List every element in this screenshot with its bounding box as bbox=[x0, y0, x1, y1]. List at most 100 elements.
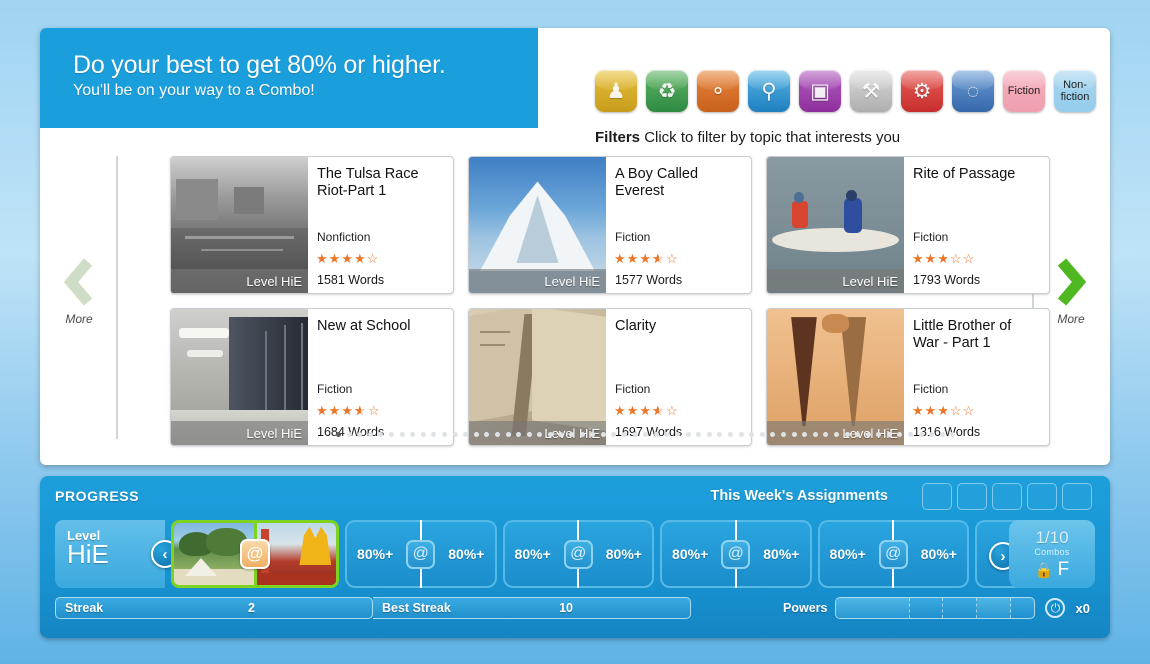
pagination-dot[interactable] bbox=[505, 432, 511, 437]
pagination-dot[interactable] bbox=[643, 432, 649, 437]
pagination-dot[interactable] bbox=[791, 432, 797, 437]
pagination-dot[interactable] bbox=[675, 432, 680, 437]
book-card-body: The Tulsa Race Riot-Part 1 Nonfiction ★★★★… bbox=[308, 157, 453, 293]
book-card[interactable]: Level HiE The Tulsa Race Riot-Part 1 Nonfi… bbox=[170, 156, 454, 294]
assignment-box[interactable] bbox=[1027, 483, 1057, 510]
people-icon[interactable]: ♟ bbox=[595, 70, 637, 112]
pagination-dot[interactable] bbox=[463, 432, 469, 437]
pagination-dot[interactable] bbox=[706, 432, 712, 437]
nonfiction-filter[interactable]: Non- fiction bbox=[1054, 70, 1096, 112]
assignment-box[interactable] bbox=[1062, 483, 1092, 510]
magnifier-science-icon[interactable]: ⚲ bbox=[748, 70, 790, 112]
people-icon-glyph: ♟ bbox=[606, 79, 626, 103]
pagination-dot[interactable] bbox=[367, 432, 373, 437]
pagination-dot[interactable] bbox=[664, 432, 670, 437]
pagination-dot[interactable] bbox=[484, 432, 490, 437]
pagination-dot[interactable] bbox=[547, 432, 553, 437]
assignment-box[interactable] bbox=[957, 483, 987, 510]
pagination-dot[interactable] bbox=[770, 432, 776, 437]
assignment-target-right: 80%+ bbox=[763, 546, 800, 562]
pagination-dot[interactable] bbox=[727, 432, 733, 437]
pagination-dot[interactable] bbox=[346, 432, 352, 437]
pagination-dot[interactable] bbox=[336, 432, 341, 437]
pagination-dot[interactable] bbox=[452, 432, 458, 437]
pagination-dot[interactable] bbox=[388, 432, 394, 437]
book-level-tag: Level HiE bbox=[171, 269, 308, 293]
pagination-dot[interactable] bbox=[431, 432, 437, 437]
book-word-count: 1581 Words bbox=[317, 273, 385, 287]
pagination-dot[interactable] bbox=[357, 432, 363, 437]
tools-icon[interactable]: ⚒ bbox=[850, 70, 892, 112]
assignment-box[interactable] bbox=[922, 483, 952, 510]
pagination-dot[interactable] bbox=[494, 432, 500, 437]
pagination-dot[interactable] bbox=[738, 432, 744, 437]
pagination-dot[interactable] bbox=[802, 432, 808, 437]
pagination-dot[interactable] bbox=[600, 432, 606, 437]
book-genre: Fiction bbox=[615, 382, 651, 396]
assignment-slot[interactable]: 80%+ @80%+ bbox=[502, 520, 654, 588]
book-card[interactable]: Level HiENew at SchoolFiction★★★☆★☆1684 … bbox=[170, 308, 454, 446]
pagination-dot[interactable] bbox=[558, 432, 564, 437]
nonfiction-filter-label: Non- fiction bbox=[1060, 79, 1090, 103]
pagination-dot[interactable] bbox=[897, 432, 903, 437]
pagination-dot[interactable] bbox=[833, 432, 839, 437]
pagination-dot[interactable] bbox=[579, 432, 585, 437]
assignment-slot[interactable]: 80%+ @80%+ bbox=[817, 520, 969, 588]
book-title: The Tulsa Race Riot-Part 1 bbox=[317, 166, 419, 199]
power-button-icon[interactable]: ⏻ bbox=[1045, 598, 1066, 618]
pagination-dot[interactable] bbox=[653, 432, 659, 437]
assignment-slot-locked[interactable]: › 1/10 Combos 🔒 F bbox=[975, 520, 1095, 588]
pagination-dot[interactable] bbox=[516, 432, 522, 437]
pagination-dot[interactable] bbox=[918, 432, 924, 437]
pagination-dot[interactable] bbox=[855, 432, 861, 437]
pagination-dot[interactable] bbox=[908, 432, 914, 437]
pagination-dot[interactable] bbox=[590, 432, 596, 437]
pagination-dot[interactable] bbox=[929, 432, 935, 437]
animal-icon[interactable]: ⚬ bbox=[697, 70, 739, 112]
book-card[interactable]: Level HiE A Boy Called Everest Fiction ★★★☆… bbox=[468, 156, 752, 294]
camera-arts-icon[interactable]: ▣ bbox=[799, 70, 841, 112]
completed-book-pair[interactable]: @ bbox=[171, 520, 339, 588]
pagination-dot[interactable] bbox=[622, 432, 628, 437]
book-cover-image: Level HiE bbox=[767, 309, 904, 445]
pagination-dot[interactable] bbox=[812, 432, 818, 437]
book-card[interactable]: Level HiE Little Brother of War - Part 1 F… bbox=[766, 308, 1050, 446]
pagination-dot[interactable] bbox=[569, 432, 575, 437]
assignment-slot[interactable]: 80%+ @80%+ bbox=[660, 520, 812, 588]
pagination-dot[interactable] bbox=[420, 432, 426, 437]
carousel-pagination-dots[interactable] bbox=[336, 432, 956, 437]
pagination-dot[interactable] bbox=[886, 432, 892, 437]
pagination-dot[interactable] bbox=[685, 432, 691, 437]
pagination-dot[interactable] bbox=[473, 432, 479, 437]
pagination-dot[interactable] bbox=[876, 432, 882, 437]
pagination-dot[interactable] bbox=[526, 432, 532, 437]
pagination-dot[interactable] bbox=[441, 432, 447, 437]
pagination-dot[interactable] bbox=[399, 432, 405, 437]
pagination-dot[interactable] bbox=[717, 432, 723, 437]
pagination-dot[interactable] bbox=[939, 432, 945, 437]
pagination-dot[interactable] bbox=[844, 432, 850, 437]
gear-tech-icon[interactable]: ⚙ bbox=[901, 70, 943, 112]
assignment-box[interactable] bbox=[992, 483, 1022, 510]
carousel-prev-button[interactable]: More bbox=[40, 132, 118, 452]
book-card[interactable]: Level HiEClarityFiction★★★☆★☆1697 Words bbox=[468, 308, 752, 446]
pagination-dot[interactable] bbox=[537, 432, 543, 437]
pagination-dot[interactable] bbox=[611, 432, 617, 437]
fiction-filter[interactable]: Fiction bbox=[1003, 70, 1045, 112]
pagination-dot[interactable] bbox=[378, 432, 384, 437]
basketball-sports-icon[interactable]: ◌ bbox=[952, 70, 994, 112]
book-card[interactable]: Level HiE Rite of Passage Fiction ★★★☆☆ 1793… bbox=[766, 156, 1050, 294]
pagination-dot[interactable] bbox=[749, 432, 755, 437]
progress-title: PROGRESS bbox=[55, 488, 140, 504]
pagination-dot[interactable] bbox=[696, 432, 702, 437]
pagination-dot[interactable] bbox=[759, 432, 765, 437]
pagination-dot[interactable] bbox=[780, 432, 786, 437]
pagination-dot[interactable] bbox=[410, 432, 416, 437]
globe-recycle-icon[interactable]: ♻ bbox=[646, 70, 688, 112]
pagination-dot[interactable] bbox=[632, 432, 638, 437]
assignment-slot[interactable]: 80%+ @80%+ bbox=[345, 520, 497, 588]
pagination-dot[interactable] bbox=[823, 432, 829, 437]
book-rating-stars: ★★★☆★☆ bbox=[614, 251, 679, 266]
pagination-dot[interactable] bbox=[865, 432, 871, 437]
pagination-dot[interactable] bbox=[950, 432, 956, 437]
